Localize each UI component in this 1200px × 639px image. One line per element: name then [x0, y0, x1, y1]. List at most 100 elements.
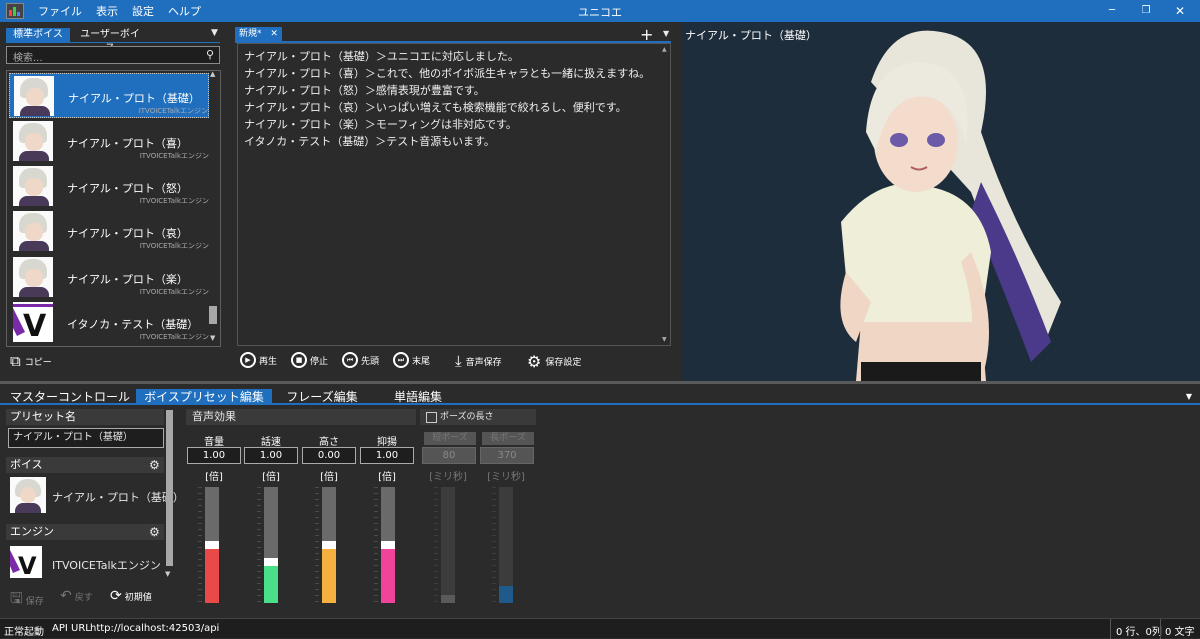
- tab-document[interactable]: 新規* ✕: [235, 27, 282, 41]
- param-value-input[interactable]: 1.00: [360, 447, 414, 464]
- param-unit: [倍]: [320, 472, 338, 483]
- editor-scroll-down-icon[interactable]: ▼: [662, 336, 667, 343]
- slider-thumb[interactable]: [205, 541, 219, 549]
- voice-list-scrollbar[interactable]: ▲ ▼: [208, 70, 218, 344]
- save-audio-button[interactable]: ⤓ 音声保存: [455, 352, 502, 370]
- save-preset-button[interactable]: 🖫 保存: [10, 588, 44, 613]
- voice-engine: ITVOICETalkエンジン: [138, 107, 208, 115]
- short-pause-slider[interactable]: [441, 487, 455, 603]
- slider-thumb[interactable]: [322, 541, 336, 549]
- skip-end-icon: ⏭: [393, 352, 409, 368]
- short-pause-button[interactable]: 短ポーズ: [424, 432, 476, 445]
- save-icon: 🖫: [10, 589, 23, 607]
- voice-list-item[interactable]: ナイアル・プロト（楽） ITVOICETalkエンジン: [9, 255, 209, 300]
- copy-icon: ⧉: [10, 352, 21, 370]
- menu-file[interactable]: ファイル: [38, 3, 82, 19]
- short-pause-input[interactable]: 80: [422, 447, 476, 464]
- start-button[interactable]: ⏮ 先頭: [342, 352, 379, 368]
- param-unit: [倍]: [378, 472, 396, 483]
- save-settings-button[interactable]: ⚙ 保存設定: [527, 352, 581, 371]
- voice-list-item[interactable]: ナイアル・プロト（怒） ITVOICETalkエンジン: [9, 164, 209, 209]
- preset-scrollbar[interactable]: ▼: [165, 410, 174, 580]
- editor-scroll-up-icon[interactable]: ▲: [662, 46, 667, 53]
- preset-name-input[interactable]: ナイアル・プロト（基礎）: [8, 428, 164, 448]
- pane-divider[interactable]: [0, 381, 1200, 384]
- menu-settings[interactable]: 設定: [132, 3, 154, 19]
- tab-user-voice[interactable]: ユーザーボイス: [76, 28, 144, 54]
- tab-word-edit[interactable]: 単語編集: [378, 389, 458, 405]
- tab-menu-icon[interactable]: ▼: [663, 29, 669, 38]
- param-slider[interactable]: [322, 487, 336, 603]
- bottom-menu-icon[interactable]: ▼: [1184, 389, 1194, 405]
- close-tab-icon[interactable]: ✕: [270, 29, 278, 39]
- param-value-input[interactable]: 0.00: [302, 447, 356, 464]
- play-icon: ▶: [240, 352, 256, 368]
- tab-voice-preset[interactable]: ボイスプリセット編集: [136, 389, 272, 405]
- slider-thumb[interactable]: [381, 541, 395, 549]
- editor-line: ナイアル・プロト（喜）＞これで、他のボイボ派生キャラとも一緒に扱えますね。: [244, 67, 651, 80]
- param-slider[interactable]: [264, 487, 278, 603]
- pause-length-checkbox[interactable]: [426, 411, 437, 423]
- engine-gear-icon[interactable]: ⚙: [149, 525, 160, 539]
- menu-view[interactable]: 表示: [96, 3, 118, 19]
- revert-preset-button[interactable]: ↶ 戻す: [60, 588, 93, 604]
- slider-thumb[interactable]: [264, 558, 278, 567]
- slider-fill: [499, 585, 513, 603]
- tab-phrase-edit[interactable]: フレーズ編集: [280, 389, 364, 405]
- svg-text:V: V: [18, 552, 37, 578]
- search-input[interactable]: 検索...: [6, 46, 220, 64]
- svg-text:V: V: [23, 309, 47, 342]
- document-tab-label: 新規*: [239, 29, 262, 39]
- editor-line: ナイアル・プロト（基礎）＞ユニコエに対応しました。: [244, 50, 519, 63]
- slider-ticks: [257, 487, 261, 603]
- save-audio-label: 音声保存: [465, 357, 502, 368]
- play-button[interactable]: ▶ 再生: [240, 352, 277, 368]
- param-label: 話速: [261, 437, 281, 448]
- app-icon: [6, 3, 24, 19]
- tab-standard-voice[interactable]: 標準ボイス: [6, 28, 70, 42]
- stop-icon: ■: [291, 352, 307, 368]
- voice-engine: ITVOICETalkエンジン: [139, 333, 209, 341]
- param-slider[interactable]: [205, 487, 219, 603]
- long-pause-button[interactable]: 長ポーズ: [482, 432, 534, 445]
- minimize-icon[interactable]: ─: [1104, 3, 1120, 19]
- copy-button[interactable]: ⧉ コピー: [10, 352, 52, 370]
- reset-preset-button[interactable]: ⟳ 初期値: [110, 588, 152, 604]
- dropdown-icon[interactable]: ▼: [211, 28, 218, 38]
- long-pause-input[interactable]: 370: [480, 447, 534, 464]
- end-button[interactable]: ⏭ 末尾: [393, 352, 430, 368]
- text-editor[interactable]: ナイアル・プロト（基礎）＞ユニコエに対応しました。 ナイアル・プロト（喜）＞これ…: [237, 43, 671, 346]
- preset-name-header: プリセット名: [6, 409, 164, 425]
- tab-master-control[interactable]: マスターコントロール: [10, 389, 130, 405]
- voice-list-item[interactable]: ナイアル・プロト（基礎） ITVOICETalkエンジン: [9, 73, 209, 118]
- menu-help[interactable]: ヘルプ: [168, 3, 201, 19]
- pause-length-header: ポーズの長さ: [420, 409, 536, 425]
- voice-list-item[interactable]: V イタノカ・テスト（基礎） ITVOICETalkエンジン: [9, 300, 209, 345]
- stop-button[interactable]: ■ 停止: [291, 352, 328, 368]
- long-pause-slider[interactable]: [499, 487, 513, 603]
- status-divider: [1110, 619, 1111, 639]
- voice-list-item[interactable]: ナイアル・プロト（哀） ITVOICETalkエンジン: [9, 209, 209, 254]
- slider-ticks: [198, 487, 202, 603]
- character-illustration: [840, 30, 1061, 381]
- voice-gear-icon[interactable]: ⚙: [149, 458, 160, 472]
- itvoice-engine-logo: V: [10, 546, 42, 578]
- cursor-position: 0 行、0列: [1116, 627, 1162, 638]
- voice-name: イタノカ・テスト（基礎）: [67, 318, 199, 331]
- param-value-input[interactable]: 1.00: [244, 447, 298, 464]
- editor-line: ナイアル・プロト（怒）＞感情表現が豊富です。: [244, 84, 485, 97]
- refresh-icon: ⟳: [110, 588, 122, 604]
- copy-label: コピー: [24, 357, 52, 368]
- param-slider[interactable]: [381, 487, 395, 603]
- voice-name: ナイアル・プロト（楽）: [67, 273, 188, 286]
- param-value-input[interactable]: 1.00: [187, 447, 241, 464]
- close-icon[interactable]: ✕: [1172, 3, 1188, 19]
- skip-start-icon: ⏮: [342, 352, 358, 368]
- maximize-icon[interactable]: ❐: [1138, 3, 1154, 19]
- search-icon[interactable]: ⚲: [206, 48, 214, 61]
- start-label: 先頭: [361, 356, 380, 367]
- itvoice-logo: V: [13, 302, 53, 342]
- param-unit: [倍]: [205, 472, 223, 483]
- slider-fill: [441, 594, 455, 603]
- voice-list-item[interactable]: ナイアル・プロト（喜） ITVOICETalkエンジン: [9, 119, 209, 164]
